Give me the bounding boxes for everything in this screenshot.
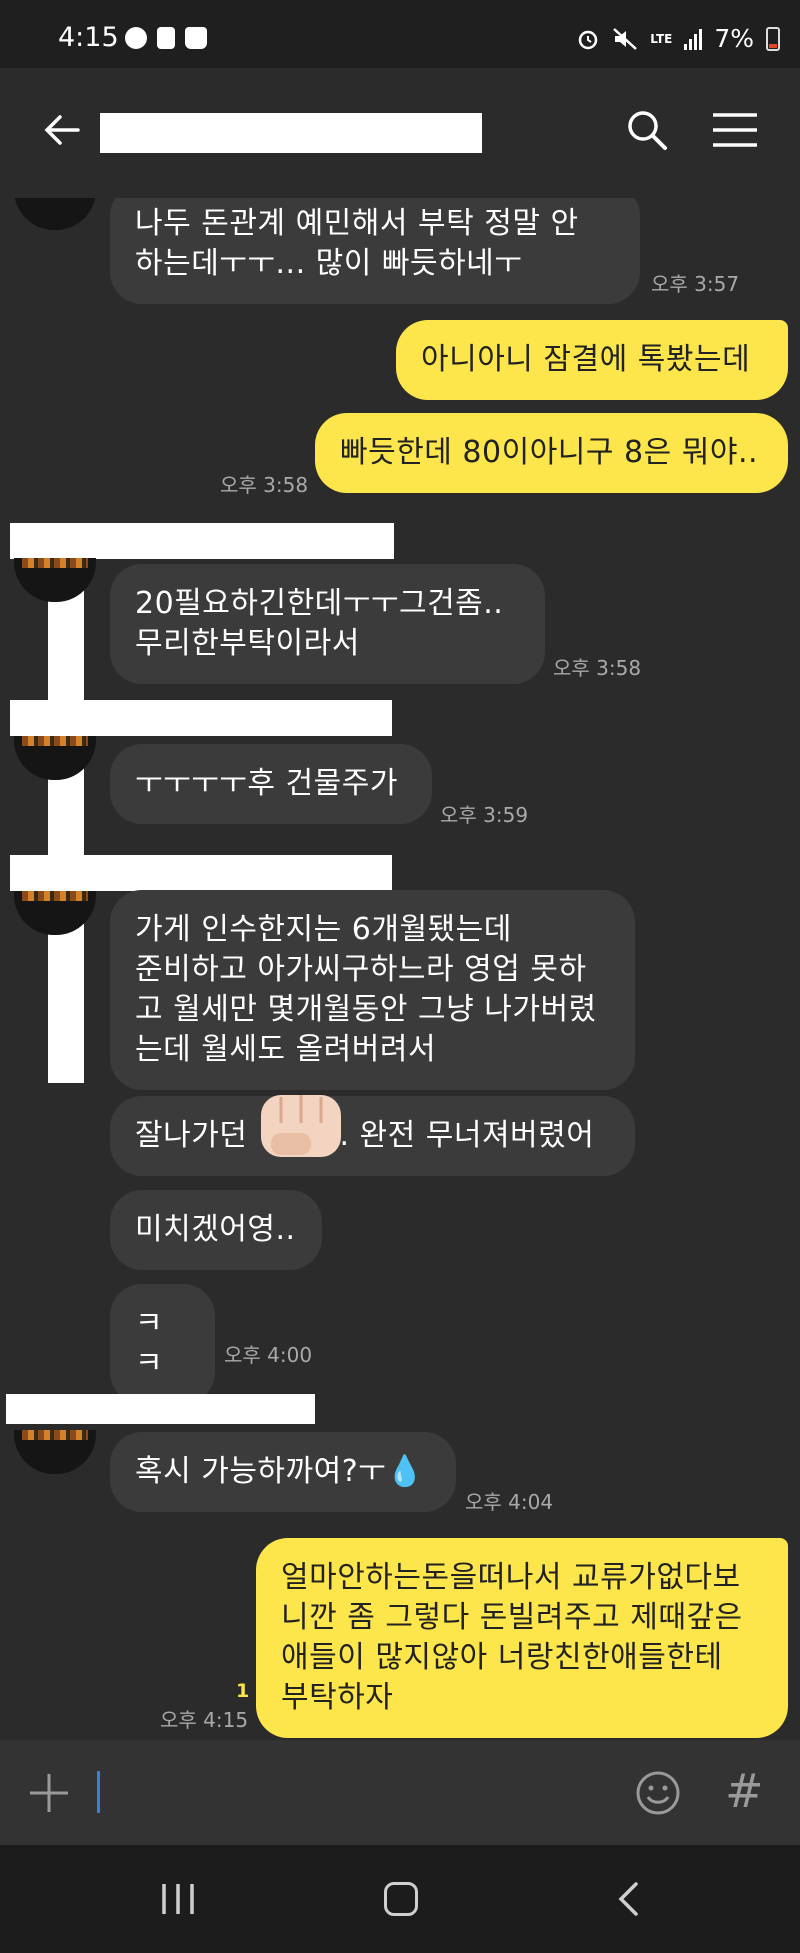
message-text: 가게 인수한지는 6개월됐는데 xyxy=(135,912,512,947)
chat-header xyxy=(0,68,800,198)
signal-icon xyxy=(684,28,703,50)
message-time: 오후 3:57 xyxy=(651,272,740,296)
message-time: 오후 4:04 xyxy=(465,1490,554,1514)
recent-apps-icon[interactable] xyxy=(160,1882,196,1916)
alarm-icon xyxy=(125,27,147,49)
status-system-icons: LTE 7% xyxy=(576,24,780,53)
home-icon[interactable] xyxy=(384,1882,418,1916)
search-icon[interactable] xyxy=(625,108,669,152)
chat-title-redacted xyxy=(100,113,482,153)
message-incoming[interactable]: ㅋㅋ xyxy=(110,1284,215,1404)
message-text: 니깐 좀 그렇다 돈빌려주고 제때갚은 xyxy=(281,1600,743,1635)
alert-icon xyxy=(157,27,175,49)
system-nav-bar xyxy=(0,1845,800,1953)
message-text: 애들이 많지않아 너랑친한애들한테 xyxy=(281,1640,723,1675)
name-redaction xyxy=(10,700,392,736)
message-text: 20필요하긴한데ㅜㅜ그건좀.. xyxy=(135,586,504,621)
message-incoming[interactable]: 가게 인수한지는 6개월됐는데 준비하고 아가씨구하느라 영업 못하 고 월세만… xyxy=(110,890,635,1090)
hash-icon[interactable]: # xyxy=(725,1764,764,1818)
message-incoming[interactable]: 20필요하긴한데ㅜㅜ그건좀.. 무리한부탁이라서 xyxy=(110,564,545,684)
message-time: 오후 4:15 xyxy=(160,1708,249,1732)
message-text: .. 완전 무너져버렸어 xyxy=(329,1118,595,1153)
message-time: 오후 3:59 xyxy=(440,803,529,827)
message-incoming[interactable]: ㅜㅜㅜㅜ후 건물주가 xyxy=(110,744,432,824)
message-text: 잘나가던 xyxy=(135,1118,248,1153)
status-time: 4:15 xyxy=(58,22,119,53)
message-text: 준비하고 아가씨구하느라 영업 못하 xyxy=(135,952,587,987)
shopping-bag-icon xyxy=(185,27,207,49)
unread-count: 1 xyxy=(236,1680,250,1702)
avatar[interactable] xyxy=(14,1430,96,1474)
message-input-bar: # xyxy=(0,1740,800,1845)
message-input[interactable] xyxy=(97,1771,100,1813)
message-time: 오후 4:00 xyxy=(224,1343,313,1367)
message-text: ㅋㅋ xyxy=(135,1306,164,1381)
message-incoming[interactable]: 나두 돈관계 예민해서 부탁 정말 안 하는데ㅜㅜ... 많이 빠듯하네ㅜ xyxy=(110,198,640,304)
message-outgoing[interactable]: 아니아니 잠결에 톡봤는데 xyxy=(396,320,788,400)
message-incoming[interactable]: 혹시 가능하까여?ㅜ💧 xyxy=(110,1432,456,1512)
message-text: 아니아니 잠결에 톡봤는데 xyxy=(421,342,751,377)
emoji-icon[interactable] xyxy=(635,1770,681,1816)
alarm-icon xyxy=(579,30,598,49)
message-time: 오후 3:58 xyxy=(220,473,309,497)
message-text: 혹시 가능하까여?ㅜ💧 xyxy=(135,1454,425,1489)
battery-percent: 7% xyxy=(714,24,754,53)
name-redaction xyxy=(6,1394,315,1424)
menu-icon[interactable] xyxy=(712,112,758,148)
nav-back-icon[interactable] xyxy=(612,1882,646,1916)
chat-message-list[interactable]: 나두 돈관계 예민해서 부탁 정말 안 하는데ㅜㅜ... 많이 빠듯하네ㅜ 오후… xyxy=(0,198,800,1740)
message-text: 는데 월세도 올려버려서 xyxy=(135,1032,437,1067)
avatar-redaction xyxy=(48,523,84,1083)
message-time: 오후 3:58 xyxy=(553,656,642,680)
message-text: 얼마안하는돈을떠나서 교류가없다보 xyxy=(281,1560,741,1595)
mute-icon xyxy=(613,27,638,50)
avatar[interactable] xyxy=(14,198,96,230)
message-incoming[interactable]: 미치겠어영.. xyxy=(110,1190,322,1270)
message-outgoing[interactable]: 빠듯한데 80이아니구 8은 뭐야.. xyxy=(315,413,788,493)
message-outgoing[interactable]: 얼마안하는돈을떠나서 교류가없다보 니깐 좀 그렇다 돈빌려주고 제때갚은 애들… xyxy=(256,1538,788,1738)
message-text: ㅜㅜㅜㅜ후 건물주가 xyxy=(135,766,398,801)
message-text: 무리한부탁이라서 xyxy=(135,626,360,661)
message-text: 부탁하자 xyxy=(281,1680,394,1715)
name-redaction xyxy=(10,855,392,891)
message-text: 하는데ㅜㅜ... 많이 빠듯하네ㅜ xyxy=(135,246,523,281)
plus-icon[interactable] xyxy=(28,1772,70,1814)
message-text: 나두 돈관계 예민해서 부탁 정말 안 xyxy=(135,206,579,241)
back-arrow-icon[interactable] xyxy=(40,108,84,152)
message-text: 고 월세만 몇개월동안 그냥 나가버렸 xyxy=(135,992,597,1027)
status-bar: 4:15 LTE 7% xyxy=(0,0,800,68)
status-notification-icons xyxy=(125,27,207,49)
message-incoming[interactable]: 잘나가던 .. 완전 무너져버렸어 xyxy=(110,1096,635,1176)
lte-indicator: LTE xyxy=(650,31,673,46)
message-text: 미치겠어영.. xyxy=(135,1212,296,1247)
battery-icon xyxy=(766,26,780,51)
fist-emoji-sticker xyxy=(261,1095,341,1157)
message-text: 빠듯한데 80이아니구 8은 뭐야.. xyxy=(340,435,759,470)
